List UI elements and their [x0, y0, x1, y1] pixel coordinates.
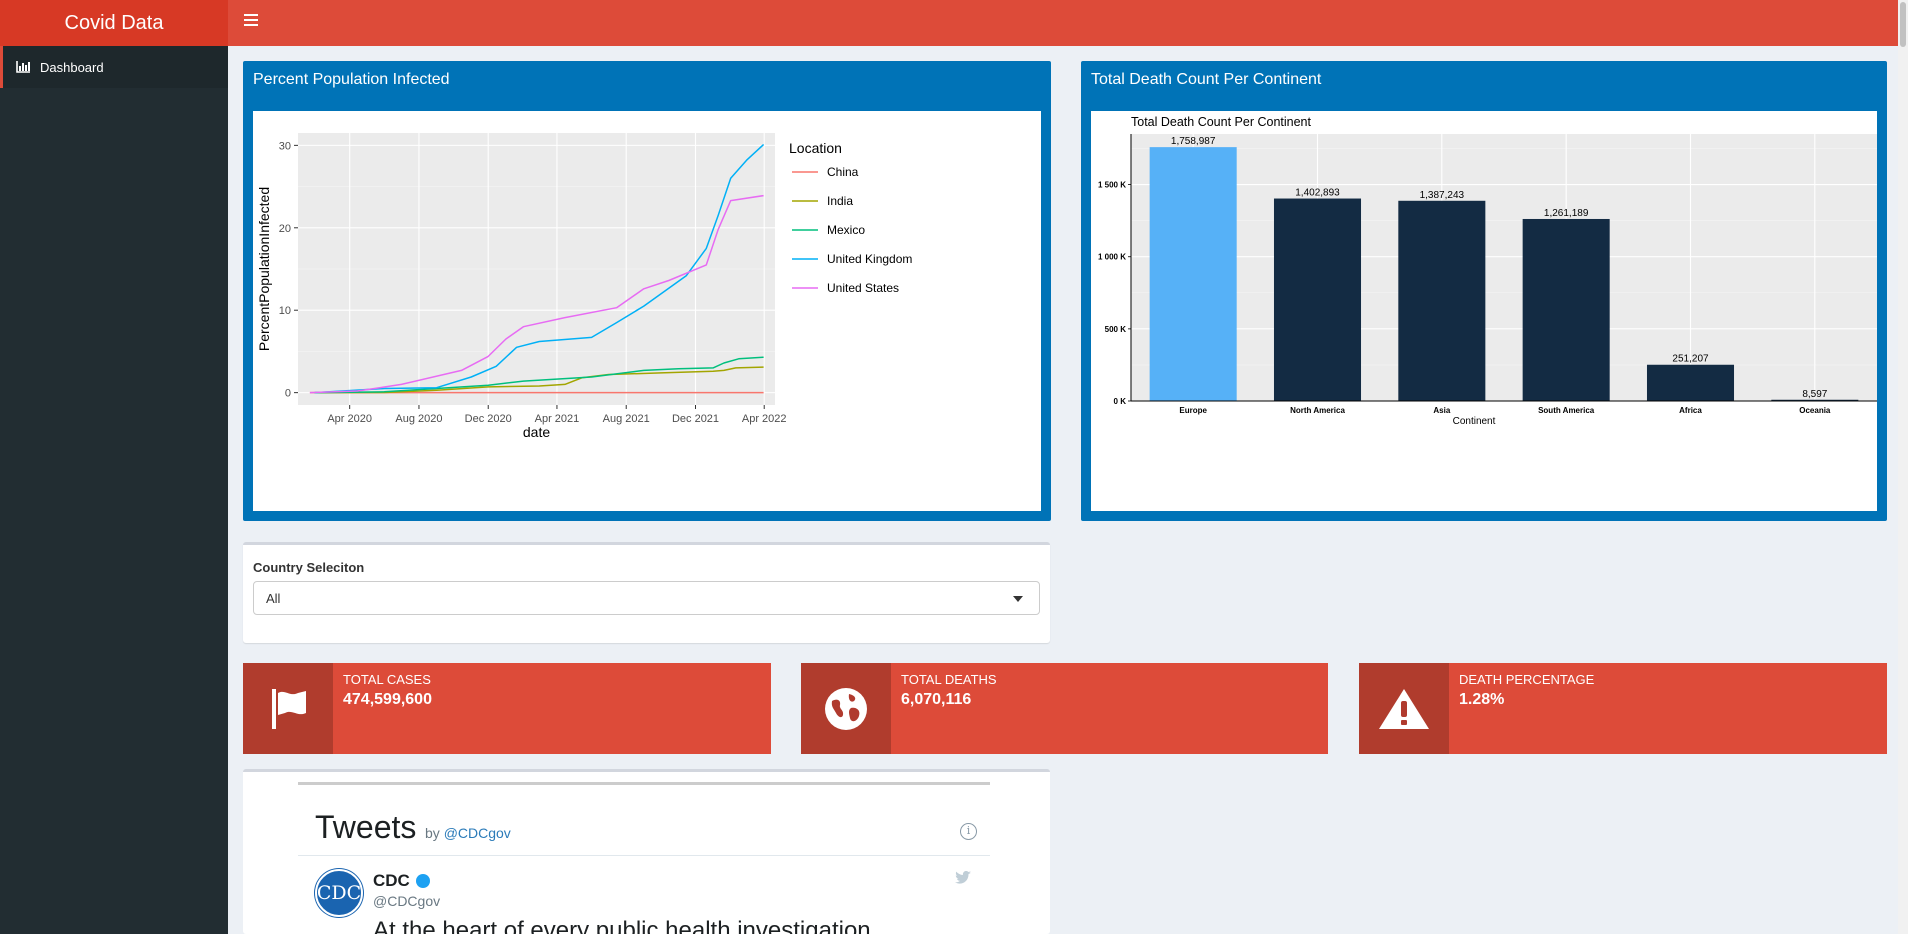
x-tick-label: Africa	[1679, 406, 1702, 415]
bar-chart-container: Total Death Count Per Continent 0 K 500 K 1…	[1091, 111, 1877, 511]
scrollbar-thumb[interactable]	[1900, 2, 1906, 47]
top-navbar	[228, 0, 1898, 46]
warning-icon	[1359, 663, 1449, 754]
timeline-title: Tweets	[315, 809, 417, 845]
x-tick-label: Aug 2020	[395, 413, 442, 425]
line-chart-container: 0 10 20 30 Apr 2020 Aug 2020 Dec 2020 Apr 2021 A…	[253, 111, 1041, 511]
country-filter-box: Country Seleciton All	[243, 542, 1050, 643]
twitter-bird-icon[interactable]	[955, 871, 971, 884]
box-title: Total Death Count Per Continent	[1091, 71, 1322, 88]
country-filter-label: Country Seleciton	[253, 560, 365, 575]
x-tick-label: Asia	[1433, 406, 1450, 415]
info-label: TOTAL CASES	[343, 672, 431, 687]
line-chart[interactable]: 0102030Apr 2020 Aug 2020 Dec 2020 Apr 2021 A…	[253, 111, 1041, 511]
tweets-box: Tweets by @CDCgov i CDC CDC @CDCgov At t…	[243, 769, 1050, 934]
tweet-author-handle[interactable]: @CDCgov	[373, 893, 440, 909]
x-tick-label: Dec 2021	[672, 413, 719, 425]
info-value: 6,070,116	[901, 691, 972, 708]
x-tick-label: North America	[1290, 406, 1345, 415]
timeline-by: by @CDCgov	[425, 825, 511, 841]
x-tick-label: Apr 2020	[327, 413, 372, 425]
x-tick-label: Apr 2022	[742, 413, 787, 425]
y-tick-label: 0 K	[1114, 397, 1127, 406]
bar-south-america[interactable]	[1522, 218, 1610, 401]
tweet-text: At the heart of every public health inve…	[373, 917, 871, 934]
verified-badge-icon	[416, 874, 430, 888]
percent-infected-box: Percent Population Infected 0 10 20 30 Apr 2…	[243, 61, 1051, 521]
flag-icon	[243, 663, 333, 754]
bar-asia[interactable]	[1398, 200, 1486, 401]
bar-africa[interactable]	[1646, 364, 1735, 401]
x-tick-label: Oceania	[1799, 406, 1831, 415]
twitter-timeline[interactable]: Tweets by @CDCgov i CDC CDC @CDCgov At t…	[298, 782, 990, 934]
sidebar-toggle-icon[interactable]	[244, 14, 258, 28]
x-tick-label: Aug 2021	[603, 413, 650, 425]
info-value: 1.28%	[1459, 691, 1505, 708]
y-tick-label: 10	[279, 305, 291, 317]
y-tick-label: 20	[279, 223, 291, 235]
globe-icon	[801, 663, 891, 754]
legend-label[interactable]: United States	[827, 281, 899, 295]
timeline-by-prefix: by	[425, 825, 440, 841]
sidebar: Dashboard	[0, 46, 228, 934]
y-tick-label: 30	[279, 140, 291, 152]
bar-chart-icon	[16, 61, 30, 73]
info-value: 474,599,600	[343, 691, 432, 708]
x-tick-label: Dec 2020	[465, 413, 512, 425]
data-label: 1,758,987	[1171, 136, 1216, 147]
death-percentage-infobox: DEATH PERCENTAGE 1.28%	[1359, 663, 1887, 754]
data-label: 8,597	[1802, 389, 1827, 400]
chart-title: Total Death Count Per Continent	[1131, 115, 1311, 129]
app-logo[interactable]: Covid Data	[0, 0, 228, 46]
y-axis-label: PercentPopulationInfected	[256, 187, 272, 351]
legend-label[interactable]: China	[827, 165, 859, 179]
data-label: 1,387,243	[1420, 190, 1465, 201]
plot-panel	[1131, 134, 1877, 401]
bar-europe[interactable]	[1149, 147, 1237, 401]
legend-label[interactable]: Mexico	[827, 223, 865, 237]
bar-chart[interactable]: Total Death Count Per Continent 0 K 500 K 1…	[1091, 111, 1877, 511]
box-title: Percent Population Infected	[253, 71, 450, 88]
y-tick-label: 0	[285, 388, 291, 400]
data-label: 1,261,189	[1544, 208, 1589, 219]
bar-north-america[interactable]	[1273, 198, 1362, 401]
info-icon[interactable]: i	[960, 823, 977, 840]
legend-label[interactable]: India	[827, 194, 853, 208]
x-tick-label: Europe	[1179, 406, 1207, 415]
total-deaths-infobox: TOTAL DEATHS 6,070,116	[801, 663, 1328, 754]
legend-label[interactable]: United Kingdom	[827, 252, 912, 266]
info-label: TOTAL DEATHS	[901, 672, 997, 687]
legend-title: Location	[789, 140, 842, 156]
country-select-value: All	[266, 590, 281, 606]
death-count-box: Total Death Count Per Continent Total De…	[1081, 61, 1887, 521]
timeline-divider	[298, 855, 990, 856]
y-tick-label: 500 K	[1105, 325, 1127, 334]
x-axis-label: date	[523, 424, 550, 440]
data-label: 251,207	[1672, 354, 1709, 365]
avatar[interactable]: CDC	[315, 869, 363, 917]
timeline-handle-link[interactable]: @CDCgov	[444, 825, 511, 841]
page-scrollbar[interactable]	[1898, 0, 1908, 934]
sidebar-item-label: Dashboard	[40, 59, 104, 75]
country-select[interactable]: All	[253, 581, 1040, 615]
y-tick-label: 1 000 K	[1098, 253, 1126, 262]
x-axis-label: Continent	[1453, 416, 1496, 427]
x-tick-label: South America	[1538, 406, 1595, 415]
total-cases-infobox: TOTAL CASES 474,599,600	[243, 663, 771, 754]
data-label: 1,402,893	[1295, 188, 1340, 199]
y-tick-label: 1 500 K	[1098, 181, 1126, 190]
tweet-author-name[interactable]: CDC	[373, 871, 410, 891]
info-label: DEATH PERCENTAGE	[1459, 672, 1595, 687]
chevron-down-icon	[1013, 596, 1023, 602]
sidebar-item-dashboard[interactable]: Dashboard	[0, 46, 228, 88]
